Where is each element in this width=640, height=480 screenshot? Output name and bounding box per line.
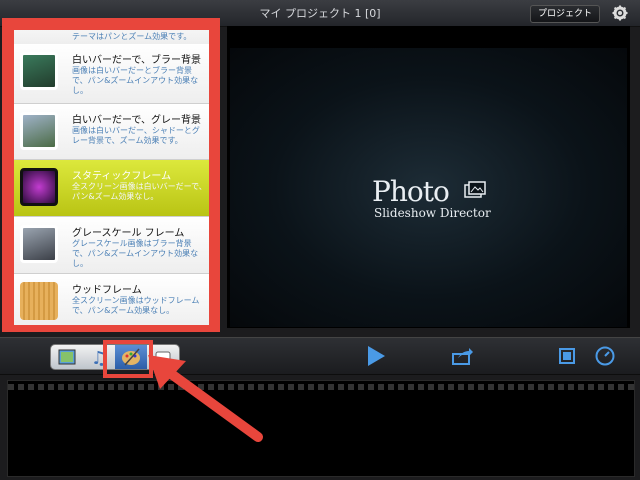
project-button[interactable]: プロジェクト [529, 5, 600, 23]
fullscreen-icon[interactable] [558, 347, 576, 365]
theme-item[interactable]: グレースケール フレーム グレースケール画像はブラー背景で、パン&ズームインアウ… [14, 217, 209, 274]
theme-item[interactable]: 白いバーだーで、グレー背景 画像は白いバーだー、シャドーとグレー背景で、ズーム効… [14, 104, 209, 160]
annotation-arrow [148, 355, 263, 442]
theme-title: スタティックフレーム [72, 171, 172, 182]
timeline-film-strip [8, 384, 634, 390]
toolbar: ♫ [0, 337, 640, 375]
theme-title: グレースケール フレーム [72, 228, 185, 239]
theme-item[interactable]: 白いバーだーで、ブラー背景 画像は白いバーだーとブラー背景で、パン&ズームインア… [14, 44, 209, 104]
duration-clock-icon[interactable] [595, 346, 615, 366]
theme-description: 画像は白いバーだーとブラー背景で、パン&ズームインアウト効果なし。 [72, 66, 199, 95]
theme-title: ウッドフレーム [72, 285, 142, 296]
theme-item[interactable]: テーマはパンとズーム効果です。 [14, 30, 209, 45]
theme-description: グレースケール画像はブラー背景で、パン&ズームインアウト効果なし。 [72, 239, 199, 268]
logo-main-text: Photo [372, 175, 450, 208]
theme-thumbnail [20, 112, 58, 150]
theme-item-selected[interactable]: スタティックフレーム 全スクリーン画像は白いバーだーで、パン&ズーム効果なし。 [14, 160, 209, 217]
theme-description: 画像は白いバーだー、シャドーとグレー背景で、ズーム効果です。 [72, 126, 200, 145]
timeline[interactable] [7, 380, 635, 477]
theme-thumbnail [20, 282, 58, 320]
theme-thumbnail [20, 52, 58, 90]
theme-description: 全スクリーン画像はウッドフレームで、パン&ズーム効果なし。 [72, 296, 200, 315]
share-icon[interactable] [452, 347, 474, 365]
theme-description: テーマはパンとズーム効果です。 [72, 32, 192, 41]
logo-sub-text: Slideshow Director [374, 206, 491, 220]
gear-icon[interactable] [612, 5, 628, 21]
theme-description: 全スクリーン画像は白いバーだーで、パン&ズーム効果なし。 [72, 182, 207, 201]
theme-title: 白いバーだーで、グレー背景 [72, 115, 201, 126]
theme-thumbnail [20, 168, 58, 206]
play-icon[interactable] [366, 345, 386, 367]
preview-canvas: Photo Slideshow Director [230, 48, 627, 327]
theme-title: 白いバーだーで、ブラー背景 [72, 55, 201, 66]
theme-thumbnail [20, 225, 58, 263]
tab-photos[interactable] [51, 345, 83, 369]
theme-item[interactable]: ウッドフレーム 全スクリーン画像はウッドフレームで、パン&ズーム効果なし。 [14, 274, 209, 325]
theme-list[interactable]: テーマはパンとズーム効果です。 白いバーだーで、ブラー背景 画像は白いバーだーと… [14, 30, 209, 325]
preview-area[interactable]: Photo Slideshow Director [227, 26, 630, 328]
photo-logo-icon [464, 181, 486, 198]
photos-icon [58, 349, 76, 365]
